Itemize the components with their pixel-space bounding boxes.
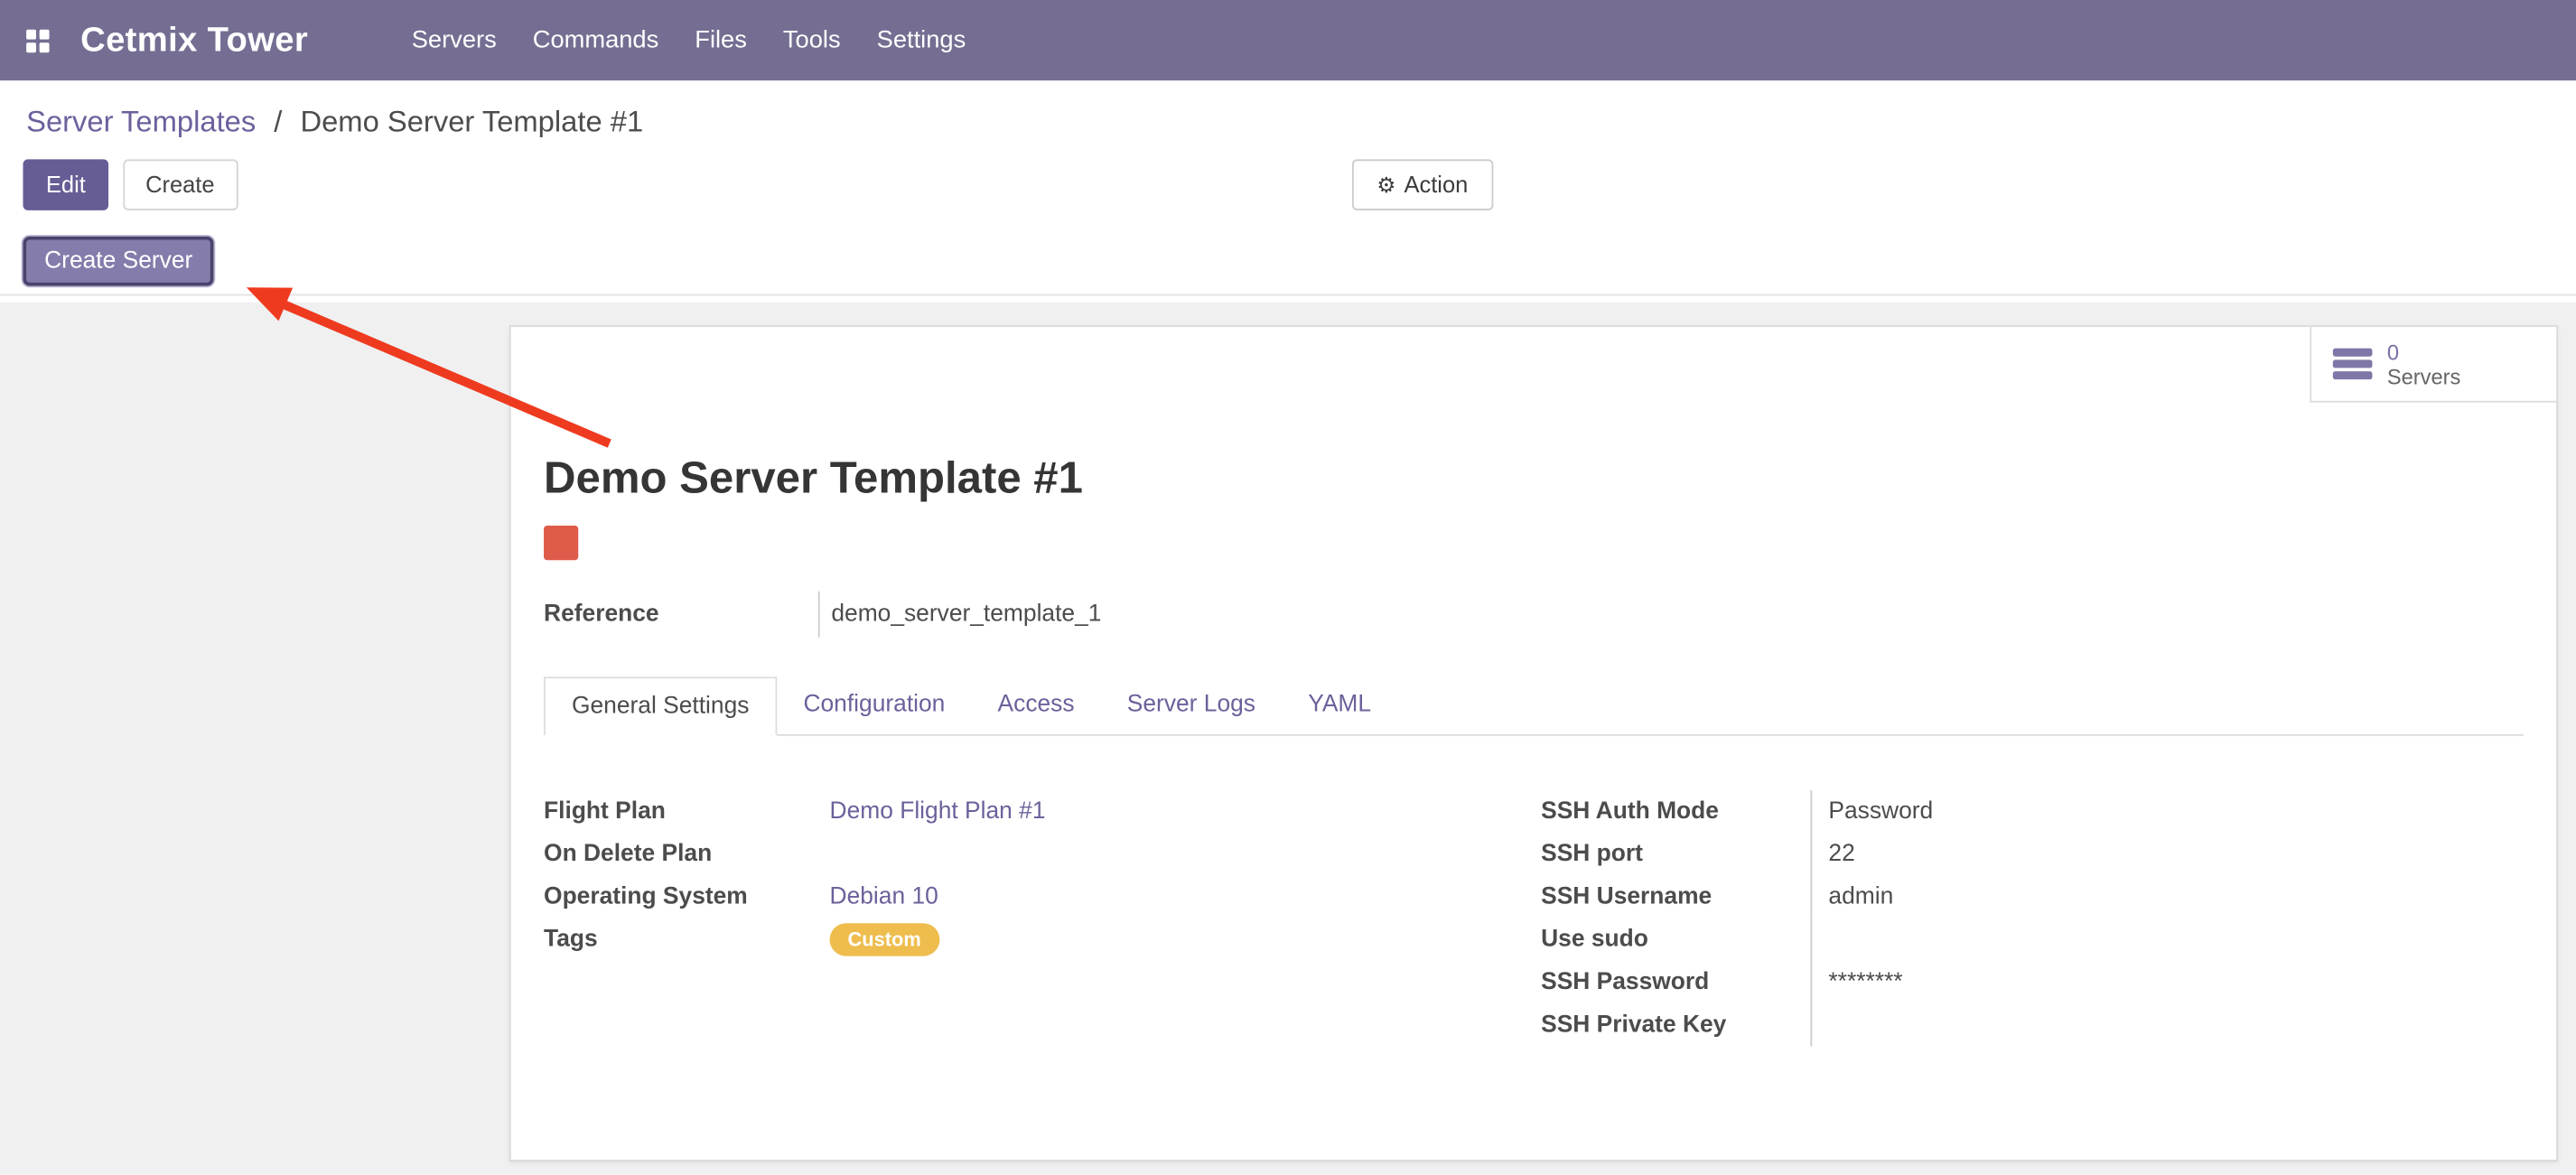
tag-badge-custom[interactable]: Custom bbox=[830, 923, 939, 956]
use-sudo-label: Use sudo bbox=[1541, 927, 1810, 953]
ssh-port-label: SSH port bbox=[1541, 841, 1810, 867]
ssh-password-value[interactable]: ******** bbox=[1810, 961, 2523, 1003]
nav-item-settings[interactable]: Settings bbox=[859, 0, 985, 80]
ssh-private-key-label: SSH Private Key bbox=[1541, 1012, 1810, 1038]
reference-value[interactable]: demo_server_template_1 bbox=[820, 601, 1102, 628]
tab-configuration[interactable]: Configuration bbox=[777, 676, 971, 734]
reference-label: Reference bbox=[544, 601, 818, 628]
ssh-private-key-value[interactable] bbox=[1810, 1003, 2523, 1046]
tags-label: Tags bbox=[544, 927, 829, 953]
ssh-username-value[interactable]: admin bbox=[1810, 875, 2523, 918]
field-row-on-delete-plan: On Delete Plan bbox=[544, 833, 1541, 875]
gear-icon: ⚙ bbox=[1377, 173, 1395, 197]
nav-item-servers[interactable]: Servers bbox=[394, 0, 515, 80]
tab-access[interactable]: Access bbox=[971, 676, 1100, 734]
on-delete-plan-label: On Delete Plan bbox=[544, 841, 829, 867]
breadcrumb: Server Templates / Demo Server Template … bbox=[0, 80, 2576, 153]
breadcrumb-current: Demo Server Template #1 bbox=[300, 105, 643, 137]
nav-item-commands[interactable]: Commands bbox=[515, 0, 677, 80]
control-panel: Edit Create ⚙ Action bbox=[0, 159, 2576, 210]
field-group-left: Flight Plan Demo Flight Plan #1 On Delet… bbox=[544, 790, 1541, 1047]
action-button-label: Action bbox=[1405, 171, 1469, 197]
edit-button[interactable]: Edit bbox=[23, 159, 108, 210]
top-navbar: Cetmix Tower Servers Commands Files Tool… bbox=[0, 0, 2576, 80]
create-button[interactable]: Create bbox=[123, 159, 238, 210]
use-sudo-value[interactable] bbox=[1810, 919, 2523, 961]
servers-label: Servers bbox=[2387, 364, 2460, 388]
breadcrumb-parent-link[interactable]: Server Templates bbox=[26, 105, 256, 137]
field-row-ssh-password: SSH Password ******** bbox=[1541, 961, 2524, 1003]
flight-plan-label: Flight Plan bbox=[544, 798, 829, 825]
field-row-use-sudo: Use sudo bbox=[1541, 919, 2524, 961]
apps-grid-icon[interactable] bbox=[26, 29, 49, 51]
tab-server-logs[interactable]: Server Logs bbox=[1101, 676, 1282, 734]
tab-yaml[interactable]: YAML bbox=[1282, 676, 1397, 734]
field-row-ssh-private-key: SSH Private Key bbox=[1541, 1003, 2524, 1046]
operating-system-label: Operating System bbox=[544, 884, 829, 910]
field-row-ssh-auth-mode: SSH Auth Mode Password bbox=[1541, 790, 2524, 833]
flight-plan-value[interactable]: Demo Flight Plan #1 bbox=[830, 798, 1542, 825]
field-group-right: SSH Auth Mode Password SSH port 22 SSH U… bbox=[1541, 790, 2524, 1047]
field-row-flight-plan: Flight Plan Demo Flight Plan #1 bbox=[544, 790, 1541, 833]
ssh-username-label: SSH Username bbox=[1541, 884, 1810, 910]
reference-field: Reference demo_server_template_1 bbox=[544, 592, 2524, 638]
record-title: Demo Server Template #1 bbox=[544, 452, 2524, 504]
action-button[interactable]: ⚙ Action bbox=[1352, 159, 1493, 210]
field-row-tags: Tags Custom bbox=[544, 919, 1541, 961]
app-brand[interactable]: Cetmix Tower bbox=[80, 21, 308, 61]
ssh-auth-mode-value[interactable]: Password bbox=[1810, 790, 2523, 833]
field-row-operating-system: Operating System Debian 10 bbox=[544, 875, 1541, 918]
ssh-password-label: SSH Password bbox=[1541, 969, 1810, 995]
nav-item-files[interactable]: Files bbox=[677, 0, 765, 80]
field-row-ssh-username: SSH Username admin bbox=[1541, 875, 2524, 918]
servers-icon bbox=[2333, 349, 2373, 379]
main-menu: Servers Commands Files Tools Settings bbox=[394, 0, 985, 80]
ssh-auth-mode-label: SSH Auth Mode bbox=[1541, 798, 1810, 825]
field-groups: Flight Plan Demo Flight Plan #1 On Delet… bbox=[544, 790, 2524, 1047]
form-sheet: 0 Servers Demo Server Template #1 Refere… bbox=[509, 325, 2558, 1161]
color-swatch[interactable] bbox=[544, 526, 578, 560]
tags-value: Custom bbox=[830, 923, 1542, 956]
field-row-ssh-port: SSH port 22 bbox=[1541, 833, 2524, 875]
actions-row: Create Server bbox=[0, 237, 2576, 295]
tab-general-settings[interactable]: General Settings bbox=[544, 676, 777, 735]
create-server-button[interactable]: Create Server bbox=[23, 237, 213, 286]
operating-system-value[interactable]: Debian 10 bbox=[830, 884, 1542, 910]
content-area: 0 Servers Demo Server Template #1 Refere… bbox=[0, 303, 2576, 1175]
servers-stat-button[interactable]: 0 Servers bbox=[2310, 327, 2556, 403]
notebook-tabs: General Settings Configuration Access Se… bbox=[544, 676, 2524, 735]
sheet-body: Demo Server Template #1 Reference demo_s… bbox=[511, 452, 2557, 1046]
page: Cetmix Tower Servers Commands Files Tool… bbox=[0, 0, 2576, 1174]
breadcrumb-separator: / bbox=[274, 105, 282, 137]
servers-count: 0 bbox=[2387, 340, 2460, 364]
ssh-port-value[interactable]: 22 bbox=[1810, 833, 2523, 875]
servers-stat-text: 0 Servers bbox=[2387, 340, 2460, 389]
nav-item-tools[interactable]: Tools bbox=[765, 0, 859, 80]
